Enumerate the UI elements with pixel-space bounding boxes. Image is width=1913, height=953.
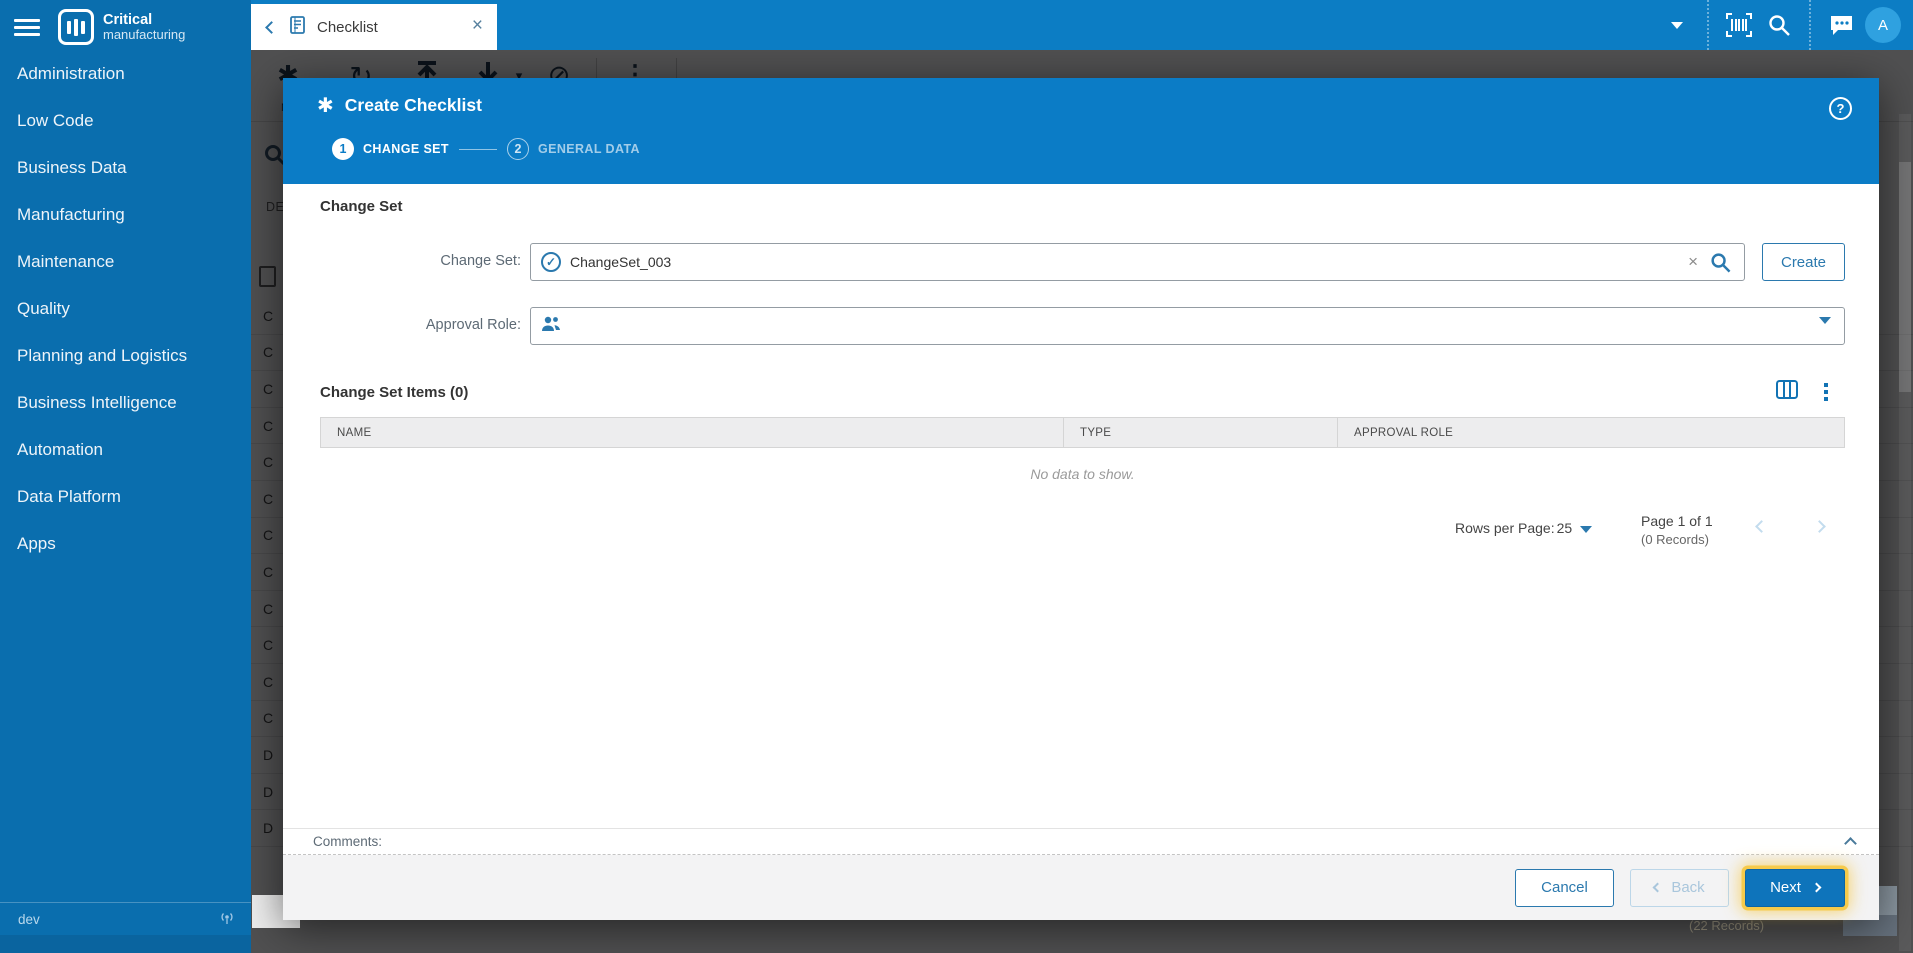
change-set-field-label: Change Set: [440, 253, 521, 269]
app-window: ✱ ↻ ▾ ⊘ ⋮ N DE CCCCCCCCCCCCDDD (22 Recor… [0, 0, 1913, 953]
sidebar-brand-row: Critical manufacturing [0, 0, 251, 54]
approval-role-select[interactable] [530, 307, 1845, 345]
sidebar-item-administration[interactable]: Administration [0, 50, 251, 97]
next-page-icon[interactable] [1813, 518, 1826, 536]
column-chooser-icon[interactable] [1776, 380, 1798, 404]
step-2-label: GENERAL DATA [537, 142, 640, 156]
create-asterisk-icon: ✱ [317, 94, 334, 117]
step-1-label: CHANGE SET [363, 142, 449, 156]
tab-label: Checklist [317, 18, 378, 36]
sidebar-item-business-data[interactable]: Business Data [0, 144, 251, 191]
avatar-initial: A [1877, 16, 1888, 34]
tabs-dropdown-icon[interactable] [1657, 0, 1697, 50]
next-button[interactable]: Next [1745, 868, 1845, 907]
comments-collapse-icon[interactable] [1844, 835, 1857, 853]
dialog-title: Create Checklist [344, 95, 482, 115]
topbar-separator [1707, 0, 1709, 50]
search-icon[interactable] [1759, 0, 1799, 50]
background-scrollbar [1899, 114, 1911, 951]
pagination-info: Page 1 of 1 (0 Records) [1641, 511, 1713, 550]
step-general-data[interactable]: 2 GENERAL DATA [506, 138, 640, 160]
next-chevron-icon [1811, 882, 1822, 893]
dialog-header: ✱ Create Checklist ? 1 CHANGE SET 2 GENE… [283, 78, 1879, 184]
help-icon[interactable]: ? [1829, 97, 1852, 120]
change-set-section-heading: Change Set [320, 198, 403, 215]
sidebar-nav: Administration Low Code Business Data Ma… [0, 50, 251, 567]
change-set-items-heading: Change Set Items (0) [320, 384, 469, 401]
rows-per-page-control[interactable]: Rows per Page: 25 [1455, 520, 1593, 536]
sidebar-item-apps[interactable]: Apps [0, 520, 251, 567]
sidebar-item-manufacturing[interactable]: Manufacturing [0, 191, 251, 238]
grid-menu-kebab-icon[interactable] [1822, 381, 1830, 403]
sidebar-item-planning-and-logistics[interactable]: Planning and Logistics [0, 332, 251, 379]
barcode-scanner-icon[interactable] [1719, 0, 1759, 50]
sidebar-bottom-strip [0, 935, 251, 953]
checklist-doc-icon [290, 15, 305, 39]
topbar: Checklist × A [251, 0, 1913, 50]
back-button[interactable]: Back [1630, 868, 1729, 907]
dialog-body: Change Set Change Set: ✓ ChangeSet_003 ×… [283, 184, 1879, 828]
approval-role-field-label: Approval Role: [425, 317, 521, 333]
tab-close-icon[interactable]: × [472, 16, 483, 35]
tab-back-chevron-icon[interactable] [265, 20, 278, 34]
rows-per-page-label: Rows per Page: [1455, 520, 1555, 536]
step-2-circle: 2 [506, 138, 529, 160]
avatar[interactable]: A [1865, 7, 1901, 43]
comments-bar: Comments: [283, 828, 1879, 855]
sidebar-item-business-intelligence[interactable]: Business Intelligence [0, 379, 251, 426]
create-checklist-dialog: ✱ Create Checklist ? 1 CHANGE SET 2 GENE… [283, 78, 1879, 920]
brand-title: Critical [103, 11, 153, 28]
previous-page-icon[interactable] [1755, 518, 1768, 536]
critical-manufacturing-logo [58, 9, 94, 45]
topbar-actions: A [1657, 0, 1913, 50]
environment-label: dev [18, 911, 40, 927]
sidebar: Critical manufacturing Administration Lo… [0, 0, 251, 953]
tab-checklist[interactable]: Checklist × [251, 4, 497, 50]
lookup-search-icon[interactable] [1710, 252, 1731, 278]
connectivity-icon [219, 910, 235, 929]
background-records-count: (22 Records) [1689, 918, 1765, 933]
records-status: (0 Records) [1641, 532, 1709, 548]
column-header-type[interactable]: TYPE [1064, 418, 1338, 447]
dialog-footer: Cancel Back Next [283, 855, 1879, 920]
sidebar-footer: dev [0, 902, 251, 935]
change-set-input[interactable]: ✓ ChangeSet_003 × [530, 243, 1745, 281]
sidebar-item-quality[interactable]: Quality [0, 285, 251, 332]
clear-icon[interactable]: × [1688, 252, 1698, 272]
sidebar-item-maintenance[interactable]: Maintenance [0, 238, 251, 285]
create-button[interactable]: Create [1762, 243, 1845, 281]
empty-table-message: No data to show. [1030, 466, 1135, 482]
wizard-steps: 1 CHANGE SET 2 GENERAL DATA [332, 138, 640, 160]
column-header-name[interactable]: NAME [321, 418, 1064, 447]
step-1-circle: 1 [332, 138, 354, 160]
step-change-set[interactable]: 1 CHANGE SET [332, 138, 449, 160]
sidebar-item-data-platform[interactable]: Data Platform [0, 473, 251, 520]
chevron-down-icon[interactable] [1819, 317, 1831, 342]
people-icon [541, 316, 561, 337]
topbar-separator [1809, 0, 1811, 50]
page-status: Page 1 of 1 [1641, 513, 1713, 529]
change-set-value: ChangeSet_003 [570, 254, 672, 270]
rows-per-page-caret-icon [1580, 526, 1593, 533]
cancel-button[interactable]: Cancel [1515, 868, 1614, 907]
comments-label: Comments: [313, 834, 383, 849]
back-chevron-icon [1652, 882, 1663, 893]
check-circle-icon: ✓ [541, 252, 561, 272]
menu-hamburger-icon[interactable] [14, 15, 40, 40]
rows-per-page-value: 25 [1556, 520, 1573, 536]
background-scrollbar-thumb [1899, 162, 1911, 392]
brand-text: Critical manufacturing [103, 11, 186, 42]
step-connector [458, 148, 497, 150]
brand-subtitle: manufacturing [103, 26, 186, 42]
sidebar-item-automation[interactable]: Automation [0, 426, 251, 473]
messages-icon[interactable] [1821, 0, 1861, 50]
column-header-approval-role[interactable]: APPROVAL ROLE [1338, 418, 1844, 447]
sidebar-item-low-code[interactable]: Low Code [0, 97, 251, 144]
items-table-header: NAME TYPE APPROVAL ROLE [320, 417, 1845, 448]
